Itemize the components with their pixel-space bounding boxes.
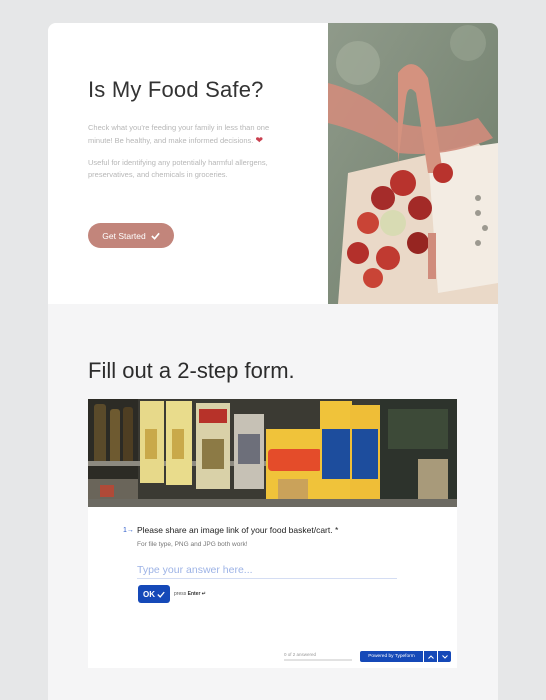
hero-detail: Useful for identifying any potentially h… [88,158,268,179]
next-question-button[interactable] [438,651,451,662]
enter-hint: press Enter ↵ [174,591,206,597]
question-number: 1→ [123,527,134,534]
question-helper-text: For file type, PNG and JPG both work! [137,541,248,548]
ok-button[interactable]: OK [138,585,170,603]
answer-input[interactable] [137,561,397,579]
hero-title: Is My Food Safe? [88,77,264,102]
arrow-right-icon: → [126,527,134,534]
chevron-up-icon [427,654,434,659]
heart-icon: ❤ [255,135,264,145]
grocery-bag-image [328,23,498,304]
question-text: Please share an image link of your food … [137,525,339,535]
check-icon [151,232,160,240]
get-started-button[interactable]: Get Started [88,223,174,248]
progress-text: 0 of 2 answered [284,652,317,657]
hero-text: Is My Food Safe? Check what you're feedi… [88,77,288,181]
ok-label: OK [143,589,155,599]
powered-by-typeform-button[interactable]: Powered by Typeform [360,651,423,662]
get-started-label: Get Started [102,230,146,241]
hero-intro-text: Check what you're feeding your family in… [88,123,270,145]
check-icon [157,591,165,598]
progress-bar [284,659,352,661]
landing-card: Is My Food Safe? Check what you're feedi… [48,23,498,700]
previous-question-button[interactable] [424,651,437,662]
press-label: press [174,591,187,597]
form-section-title: Fill out a 2-step form. [88,358,295,383]
enter-label: Enter ↵ [187,591,206,597]
hero-section: Is My Food Safe? Check what you're feedi… [48,23,498,304]
hero-intro: Check what you're feeding your family in… [88,122,288,147]
chevron-down-icon [441,654,448,659]
typeform-embed: 1→ Please share an image link of your fo… [88,399,457,668]
grocery-shelf-image [88,399,457,507]
